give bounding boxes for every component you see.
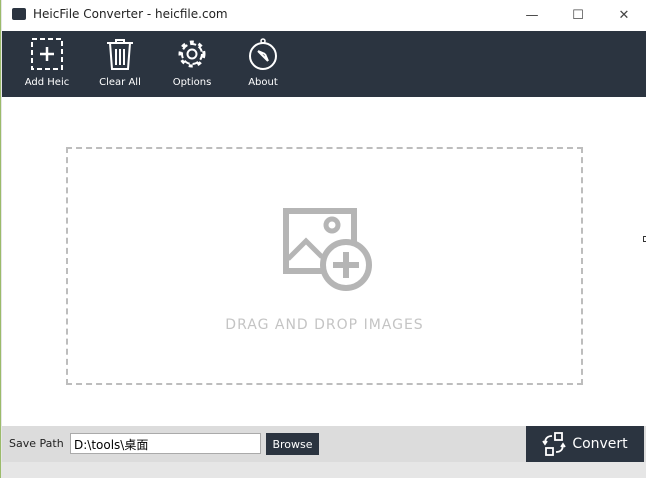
trash-icon	[107, 39, 133, 70]
save-path-label: Save Path	[9, 437, 64, 450]
options-label: Options	[172, 77, 212, 88]
convert-icon	[542, 432, 567, 456]
options-button[interactable]: Options	[157, 37, 227, 88]
toolbar: Add Heic Clear All Options About	[2, 31, 646, 97]
main-area: DRAG AND DROP IMAGES	[2, 97, 646, 426]
compass-icon	[249, 38, 277, 70]
clear-all-button[interactable]: Clear All	[85, 37, 155, 88]
minimize-button[interactable]: —	[509, 0, 555, 31]
add-icon	[31, 38, 63, 70]
browse-button[interactable]: Browse	[266, 433, 319, 455]
about-label: About	[248, 77, 278, 88]
add-heic-button[interactable]: Add Heic	[12, 37, 82, 88]
title-bar: HeicFile Converter - heicfile.com — ☐ ✕	[2, 0, 646, 31]
convert-button[interactable]: Convert	[526, 426, 644, 462]
about-button[interactable]: About	[228, 37, 298, 88]
convert-label: Convert	[572, 436, 628, 452]
app-icon	[12, 8, 26, 20]
drop-zone-text: DRAG AND DROP IMAGES	[225, 317, 424, 333]
window-title: HeicFile Converter - heicfile.com	[33, 7, 228, 21]
drop-zone[interactable]: DRAG AND DROP IMAGES	[66, 147, 583, 385]
save-path-input[interactable]: D:\tools\桌面	[70, 433, 261, 454]
add-heic-label: Add Heic	[24, 77, 70, 88]
maximize-button[interactable]: ☐	[555, 0, 601, 31]
bottom-bar: Save Path D:\tools\桌面 Browse Convert	[2, 426, 646, 462]
image-add-icon	[283, 208, 372, 291]
close-button[interactable]: ✕	[601, 0, 646, 31]
clear-all-label: Clear All	[99, 77, 141, 88]
gear-icon	[178, 40, 206, 68]
